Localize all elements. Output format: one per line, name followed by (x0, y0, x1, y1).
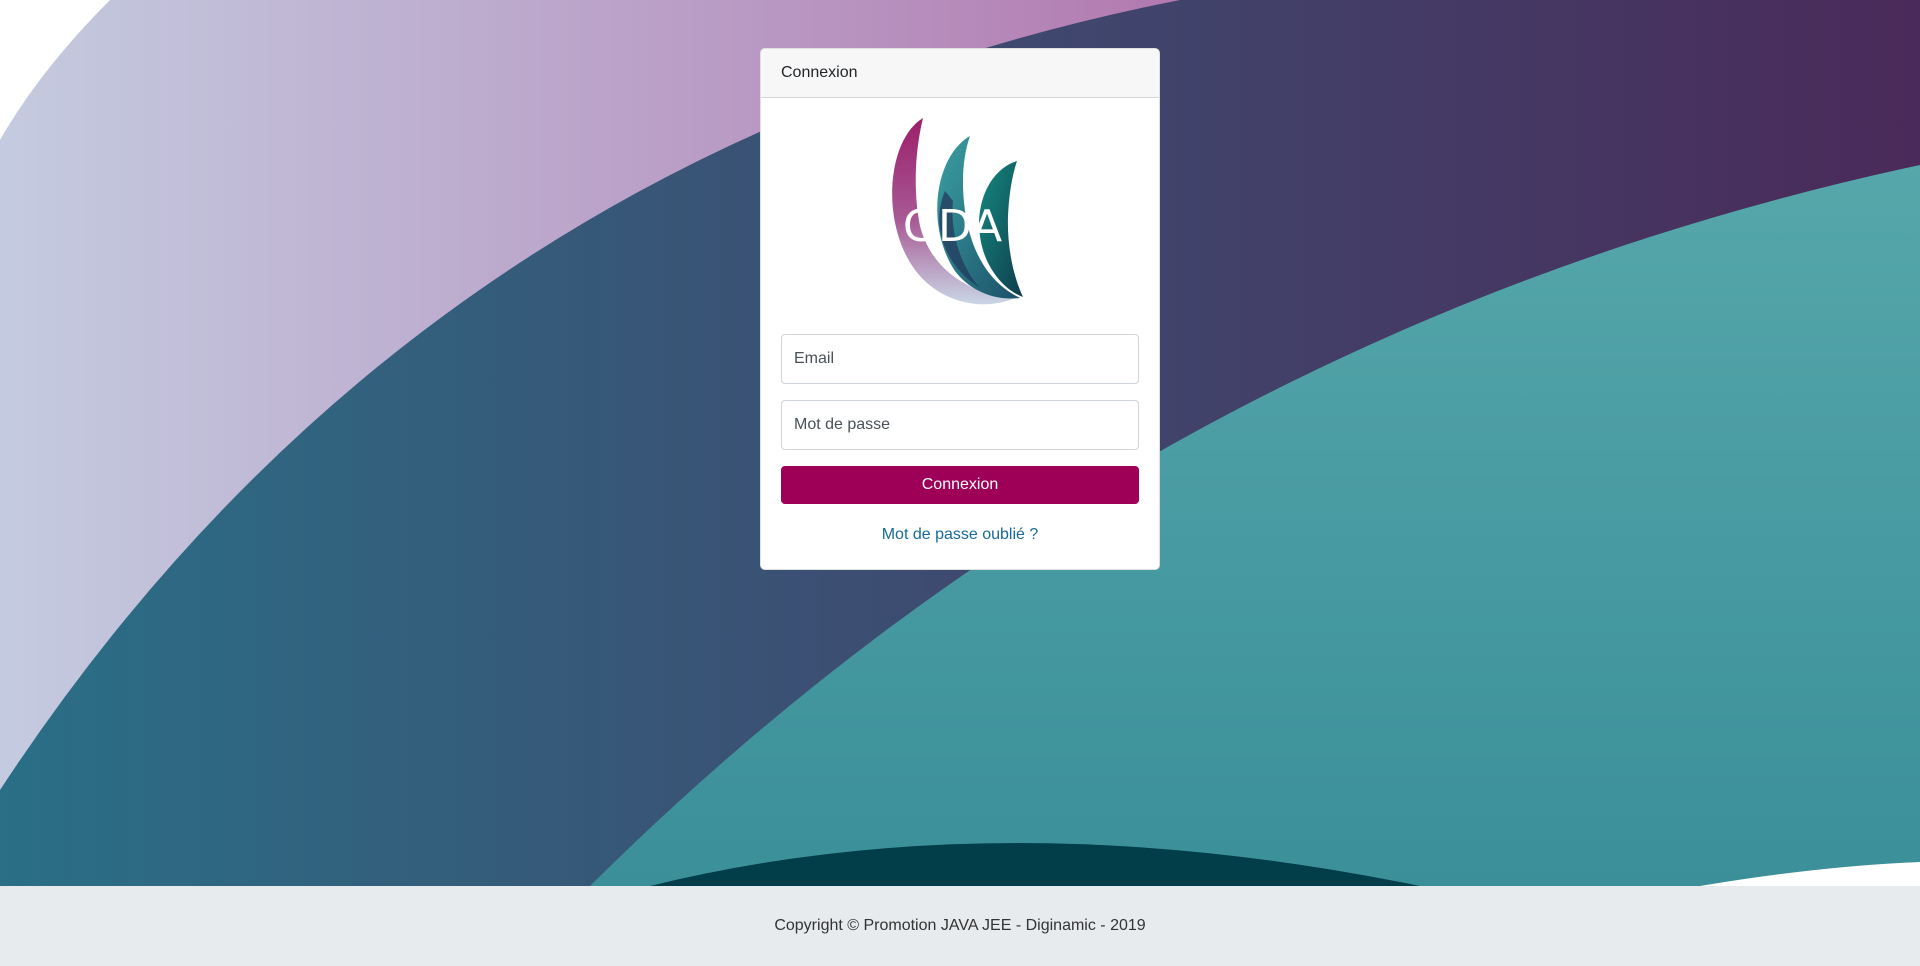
footer: Copyright © Promotion JAVA JEE - Diginam… (0, 886, 1920, 966)
card-header: Connexion (761, 49, 1159, 98)
forgot-password-link[interactable]: Mot de passe oublié ? (781, 526, 1139, 544)
gda-logo: GDA (781, 98, 1139, 334)
card-title: Connexion (781, 64, 858, 81)
logo-text: GDA (903, 201, 1003, 252)
password-field[interactable] (781, 400, 1139, 450)
copyright-text: Copyright © Promotion JAVA JEE - Diginam… (774, 917, 1146, 934)
email-field[interactable] (781, 334, 1139, 384)
login-button[interactable]: Connexion (781, 466, 1139, 504)
login-form: GDA Connexion Mot de passe oublié ? (761, 98, 1159, 544)
gda-logo-icon: GDA (892, 118, 1023, 305)
login-button-label: Connexion (921, 476, 999, 493)
login-card: Connexion GDA Email Connexion Mot de pas… (760, 48, 1160, 570)
